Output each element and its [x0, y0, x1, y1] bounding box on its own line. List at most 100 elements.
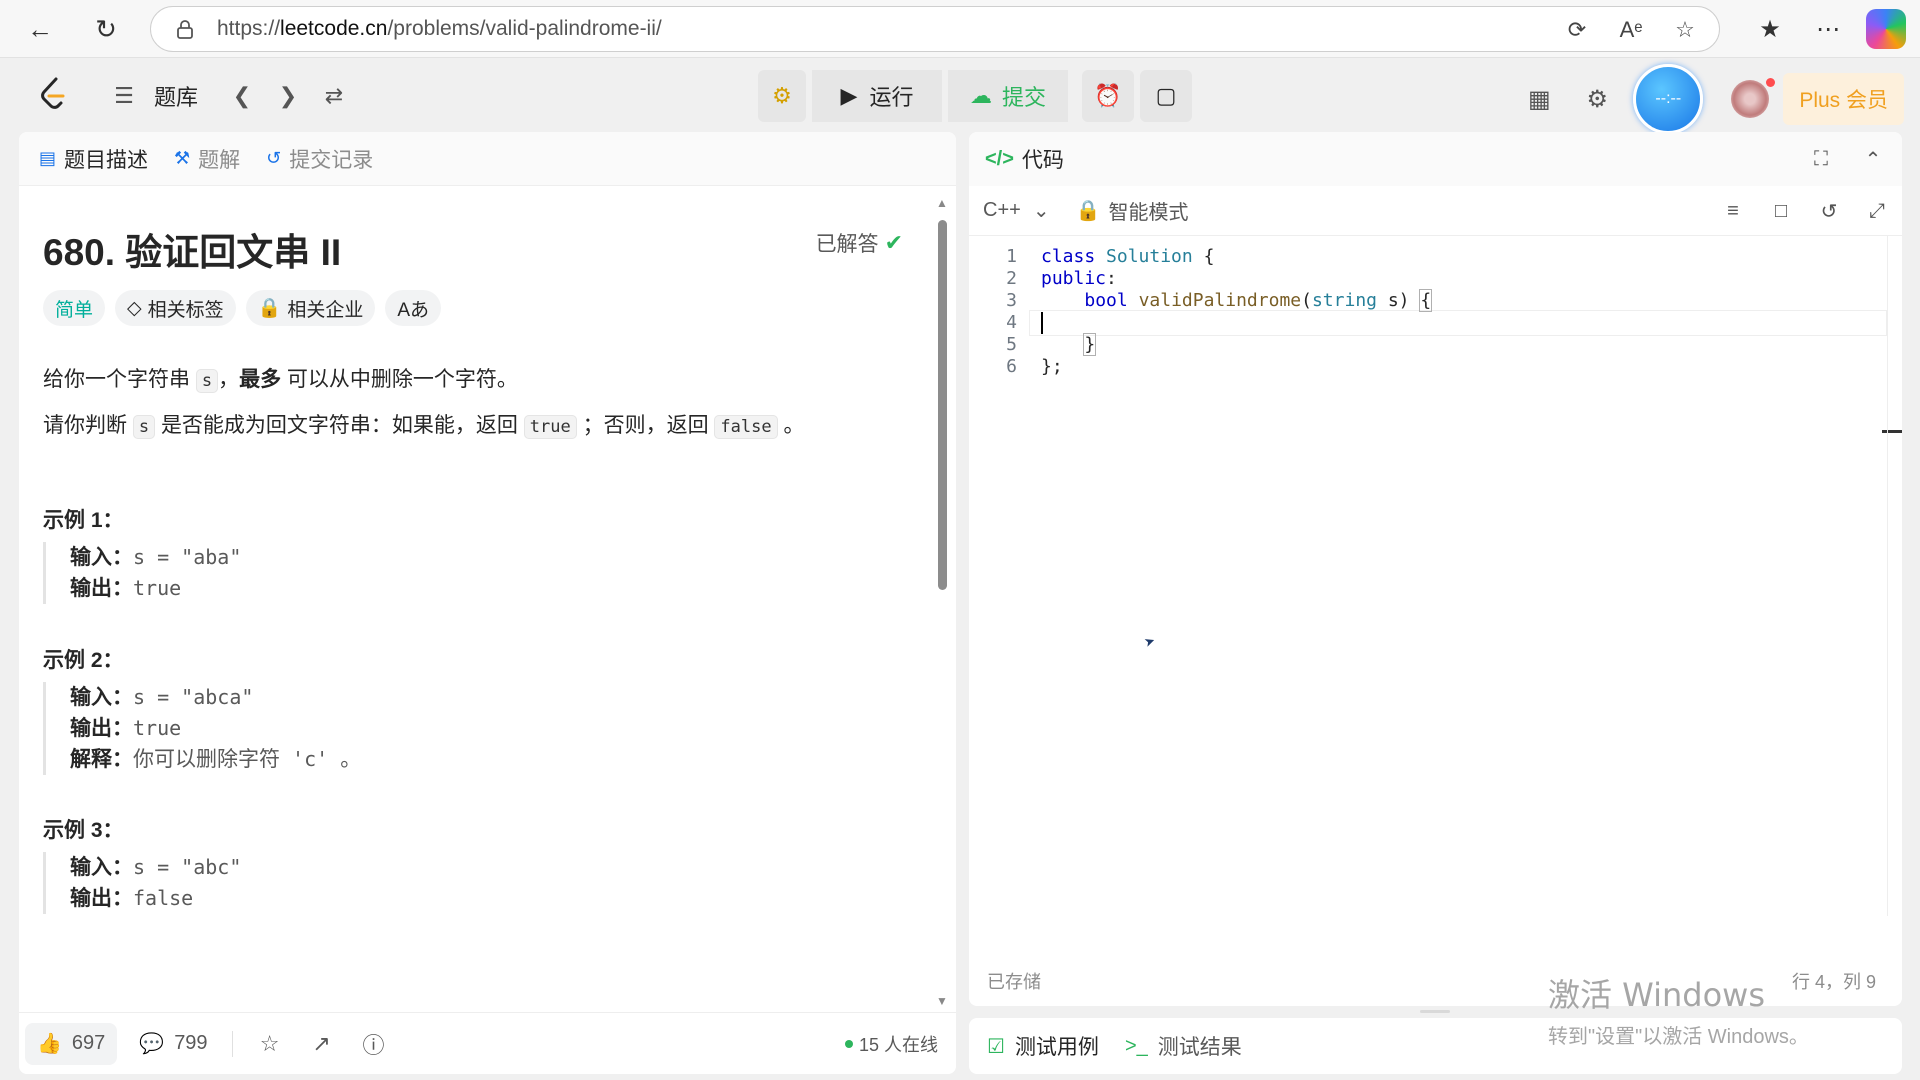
- lock-icon: 🔒: [1075, 200, 1101, 222]
- timer-widget[interactable]: --:--: [1633, 64, 1704, 134]
- tab-testcase[interactable]: ☑ 测试用例: [987, 1031, 1099, 1061]
- expand-icon[interactable]: ⤢: [1862, 196, 1892, 226]
- layout-grid-icon[interactable]: ▦: [1517, 77, 1561, 121]
- editor-scrollbar[interactable]: [1887, 236, 1888, 916]
- line-number: 3: [1006, 290, 1017, 311]
- thumbs-up-icon: 👍: [37, 1033, 62, 1055]
- line-number: 1: [1006, 246, 1017, 267]
- document-icon: ▤: [39, 148, 57, 168]
- bookmark-icon[interactable]: □: [1766, 196, 1796, 226]
- history-icon: ↺: [266, 148, 282, 168]
- cloud-upload-icon: ☁: [969, 83, 992, 108]
- share-icon[interactable]: ↗: [307, 1029, 337, 1059]
- collapse-chevron-icon[interactable]: ⌃: [1858, 144, 1888, 174]
- problem-content: 680. 验证回文串 II 已解答 ✔ 简单 ◇ 相关标签 🔒 相关企业 Aあ 给你…: [43, 186, 923, 1012]
- related-companies-button[interactable]: 🔒 相关企业: [245, 290, 376, 326]
- mouse-pointer-icon: ➤: [1141, 630, 1160, 655]
- list-icon: ☰: [114, 83, 134, 108]
- more-menu-icon[interactable]: ⋯: [1808, 9, 1848, 49]
- run-button[interactable]: ▶ 运行: [812, 70, 942, 122]
- online-count: 15 人在线: [844, 1031, 938, 1057]
- tab-solutions[interactable]: ⚒ 题解: [174, 144, 240, 174]
- next-problem-icon[interactable]: ❯: [268, 76, 308, 116]
- comments-button[interactable]: 💬 799: [139, 1031, 207, 1056]
- difficulty-badge: 简单: [43, 290, 106, 326]
- example-2-block: 输入：s = "abca" 输出：true 解释：你可以删除字符 'c' 。: [43, 682, 361, 775]
- example-3-title: 示例 3：: [43, 819, 124, 842]
- language-select[interactable]: C++ ⌄: [983, 198, 1050, 223]
- copilot-icon[interactable]: [1866, 9, 1906, 49]
- example-1-title: 示例 1：: [43, 509, 124, 532]
- problem-title[interactable]: 680. 验证回文串 II: [43, 222, 341, 276]
- format-icon[interactable]: ≡: [1718, 196, 1748, 226]
- debug-button[interactable]: ⚙: [758, 70, 806, 122]
- play-icon: ▶: [840, 83, 858, 108]
- tag-icon: ◇: [127, 297, 142, 319]
- prev-problem-icon[interactable]: ❮: [222, 76, 262, 116]
- like-button[interactable]: 👍 697: [25, 1022, 118, 1065]
- alarm-button[interactable]: ⏰: [1082, 70, 1134, 122]
- code-icon: </>: [985, 147, 1014, 170]
- leetcode-toolbar: ☰ 题库 ❮ ❯ ⇄ ⚙ ▶ 运行 ☁ 提交 ⏰ ▢ ▦ ⚙ --:-- Plu…: [0, 58, 1920, 134]
- flask-icon: ⚒: [174, 148, 191, 168]
- avatar[interactable]: [1731, 78, 1776, 118]
- tab-submissions[interactable]: ↺ 提交记录: [266, 144, 373, 174]
- terminal-icon: >_: [1124, 1034, 1148, 1057]
- problem-bank-button[interactable]: ☰ 题库: [104, 76, 198, 116]
- scroll-up-icon[interactable]: ▲: [936, 196, 948, 210]
- code-line: };: [1041, 356, 1063, 377]
- line-number: 6: [1006, 356, 1017, 377]
- scroll-marker: [1882, 430, 1902, 433]
- read-aloud-icon[interactable]: Aᵉ: [1613, 12, 1649, 48]
- tab-test-result[interactable]: >_ 测试结果: [1125, 1031, 1242, 1061]
- url-text: https://leetcode.cn/problems/valid-palin…: [217, 17, 662, 40]
- resize-handle[interactable]: [1420, 1010, 1450, 1013]
- problem-tabs: ▤ 题目描述 ⚒ 题解 ↺ 提交记录: [19, 132, 956, 186]
- star-icon[interactable]: ☆: [255, 1029, 285, 1059]
- plus-member-button[interactable]: Plus 会员: [1783, 73, 1904, 125]
- alarm-icon: ⏰: [1094, 83, 1122, 108]
- scroll-down-icon[interactable]: ▼: [936, 994, 948, 1008]
- refresh-icon[interactable]: ↻: [86, 9, 126, 49]
- line-number: 4: [1006, 312, 1017, 333]
- settings-gear-icon[interactable]: ⚙: [1575, 77, 1619, 121]
- note-button[interactable]: ▢: [1140, 70, 1192, 122]
- code-editor[interactable]: 1 2 3 4 5 6 class Solution { public: boo…: [969, 236, 1902, 936]
- favorites-list-icon[interactable]: ★: [1750, 9, 1790, 49]
- checkbox-icon: ☑: [987, 1035, 1005, 1058]
- leetcode-logo-icon[interactable]: [36, 76, 70, 114]
- example-2-title: 示例 2：: [43, 649, 124, 672]
- code-line: }: [1083, 333, 1097, 356]
- code-line: class Solution {: [1041, 246, 1215, 267]
- translate-icon[interactable]: ⟳: [1559, 12, 1595, 48]
- related-tags-button[interactable]: ◇ 相关标签: [115, 290, 236, 326]
- maximize-icon[interactable]: ⛶: [1806, 144, 1836, 174]
- note-icon: ▢: [1155, 83, 1177, 108]
- solved-status: 已解答 ✔: [815, 230, 903, 256]
- submit-button[interactable]: ☁ 提交: [948, 70, 1068, 122]
- shuffle-icon[interactable]: ⇄: [314, 76, 354, 116]
- favorite-star-icon[interactable]: ☆: [1667, 12, 1703, 48]
- address-bar[interactable]: https://leetcode.cn/problems/valid-palin…: [150, 6, 1720, 52]
- text-cursor: [1041, 312, 1043, 334]
- translate-button[interactable]: Aあ: [385, 290, 442, 326]
- back-arrow-icon[interactable]: ←: [20, 9, 60, 49]
- check-circle-icon: ✔: [884, 230, 903, 255]
- comment-icon: 💬: [139, 1033, 165, 1055]
- problem-bottom-bar: 👍 697 💬 799 ☆ ↗ ⓘ 15 人在线: [19, 1012, 956, 1074]
- scrollbar-thumb[interactable]: [938, 220, 947, 590]
- smart-mode-toggle[interactable]: 🔒 智能模式: [1076, 196, 1189, 225]
- help-icon[interactable]: ⓘ: [359, 1029, 389, 1059]
- windows-activation-watermark: 激活 Windows 转到"设置"以激活 Windows。: [1548, 976, 1809, 1048]
- editor-toolbar: C++ ⌄ 🔒 智能模式 ≡ □ ↺ ⤢: [969, 186, 1902, 236]
- code-panel: </> 代码 ⛶ ⌃ C++ ⌄ 🔒 智能模式 ≡ □ ↺ ⤢ 1 2 3 4 …: [969, 132, 1902, 1006]
- tag-row: 简单 ◇ 相关标签 🔒 相关企业 Aあ: [43, 290, 442, 326]
- translate-icon: Aあ: [397, 299, 430, 321]
- divider: [231, 1030, 233, 1057]
- tab-description[interactable]: ▤ 题目描述: [39, 144, 148, 174]
- saved-status: 已存储: [987, 972, 1041, 992]
- description-line-2: 请你判断 s 是否能成为回文字符串：如果能，返回 true ；否则，返回 fal…: [43, 414, 805, 439]
- line-number: 2: [1006, 268, 1017, 289]
- code-line: public:: [1041, 268, 1117, 289]
- reset-icon[interactable]: ↺: [1814, 196, 1844, 226]
